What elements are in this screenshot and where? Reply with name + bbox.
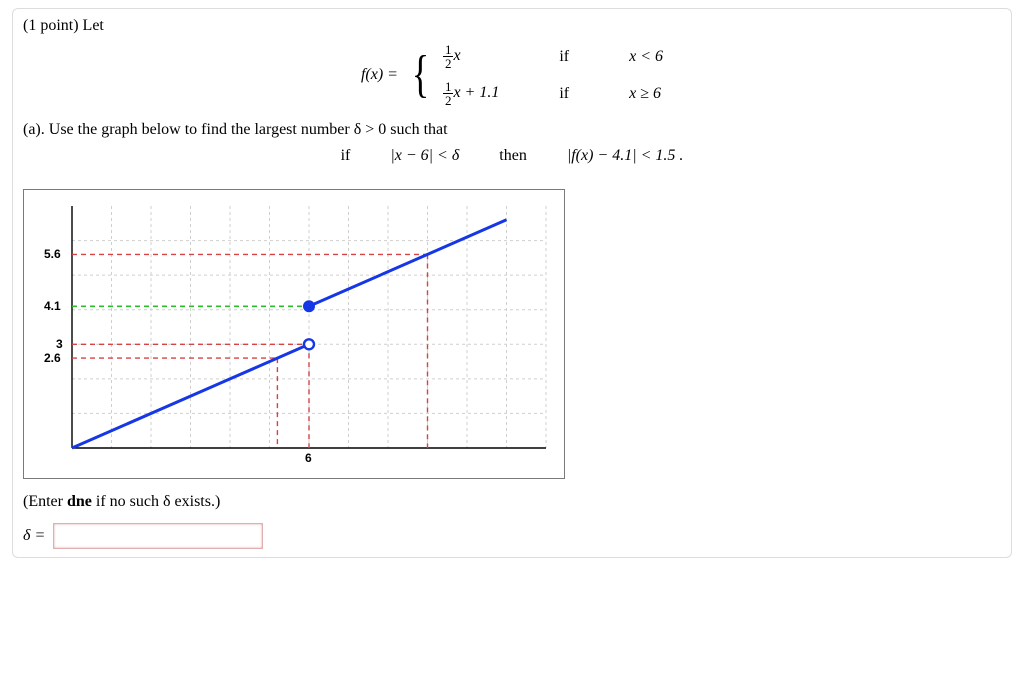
cond-lhs: |x − 6| < δ — [390, 147, 459, 165]
case1-cond: x < 6 — [629, 48, 663, 66]
delta-input[interactable] — [53, 523, 263, 549]
graph: 5.6 4.1 3 2.6 6 — [23, 189, 565, 479]
tick-labels: 5.6 4.1 3 2.6 6 — [44, 247, 312, 465]
hint-post: if no such δ exists.) — [92, 493, 220, 510]
let-label: Let — [83, 17, 104, 34]
closed-point-icon — [304, 301, 314, 311]
graph-svg: 5.6 4.1 3 2.6 6 — [24, 190, 564, 478]
part-a-text: (a). Use the graph below to find the lar… — [23, 121, 1001, 139]
hint-text: (Enter dne if no such δ exists.) — [23, 493, 1001, 511]
cond-if: if — [341, 147, 351, 165]
cond-then: then — [499, 147, 527, 165]
function-definition: f(x) = { 12x if x < 6 12x + 1.1 if x ≥ 6 — [23, 43, 1001, 107]
answer-label: δ = — [23, 527, 45, 545]
function-lhs: f(x) = — [361, 66, 398, 84]
xtick-6: 6 — [305, 451, 312, 465]
ytick-3: 3 — [56, 337, 63, 351]
open-point-icon — [304, 339, 314, 349]
problem-header: (1 point) Let — [23, 17, 1001, 35]
answer-row: δ = — [23, 523, 1001, 549]
ytick-4-1: 4.1 — [44, 299, 61, 313]
case2-if: if — [559, 85, 569, 103]
problem-container: (1 point) Let f(x) = { 12x if x < 6 12x … — [12, 8, 1012, 558]
hint-pre: (Enter — [23, 493, 67, 510]
case2-cond: x ≥ 6 — [629, 85, 663, 103]
guides-red-h — [72, 254, 428, 358]
guides-red-v — [277, 254, 427, 448]
cond-rhs: |f(x) − 4.1| < 1.5 . — [567, 147, 684, 165]
case1-expr: 12x — [443, 43, 499, 70]
case2-expr: 12x + 1.1 — [443, 80, 499, 107]
brace-icon: { — [412, 52, 429, 99]
points-label: (1 point) — [23, 17, 79, 34]
case1-if: if — [559, 48, 569, 66]
ytick-2-6: 2.6 — [44, 351, 61, 365]
hint-kw: dne — [67, 493, 92, 510]
ytick-5-6: 5.6 — [44, 247, 61, 261]
piecewise-cases: 12x if x < 6 12x + 1.1 if x ≥ 6 — [443, 43, 663, 107]
delta-condition: if |x − 6| < δ then |f(x) − 4.1| < 1.5 . — [23, 147, 1001, 165]
